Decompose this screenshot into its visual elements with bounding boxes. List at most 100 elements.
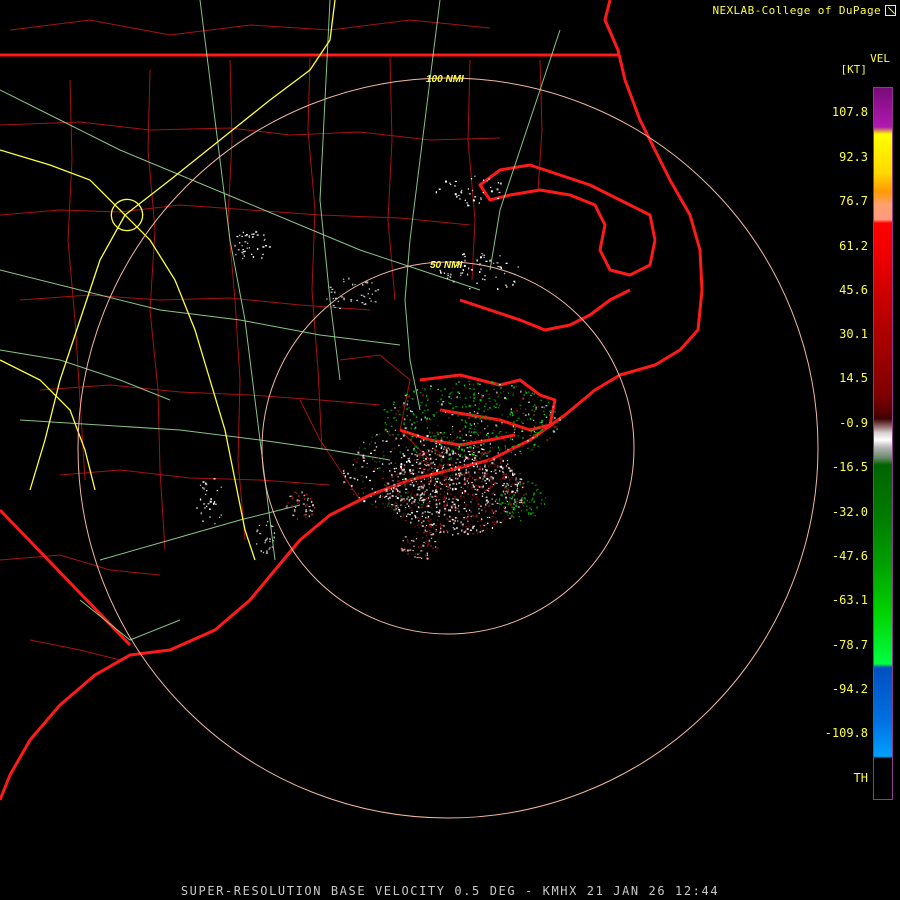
- echo-pixel: [375, 446, 378, 448]
- echo-pixel: [485, 403, 487, 405]
- echo-pixel: [529, 434, 532, 437]
- echo-pixel: [489, 259, 492, 262]
- echo-pixel: [360, 294, 363, 296]
- echo-pixel: [479, 530, 481, 533]
- echo-pixel: [524, 389, 527, 392]
- echo-pixel: [390, 409, 393, 412]
- echo-pixel: [514, 273, 516, 276]
- echo-pixel: [370, 300, 372, 302]
- echo-pixel: [423, 484, 425, 487]
- echo-pixel: [399, 480, 401, 482]
- echo-pixel: [435, 487, 438, 489]
- echo-pixel: [467, 520, 469, 522]
- echo-pixel: [456, 517, 458, 519]
- echo-pixel: [411, 518, 413, 520]
- echo-pixel: [335, 297, 337, 299]
- echo-pixel: [479, 520, 481, 522]
- echo-pixel: [495, 435, 498, 437]
- echo-pixel: [532, 511, 534, 514]
- echo-pixel: [469, 480, 471, 483]
- echo-pixel: [421, 504, 424, 506]
- echo-pixel: [471, 452, 474, 455]
- echo-pixel: [474, 416, 477, 419]
- echo-pixel: [500, 464, 502, 466]
- echo-pixel: [405, 488, 408, 490]
- echo-pixel: [377, 457, 379, 460]
- echo-pixel: [466, 467, 468, 469]
- echo-pixel: [409, 461, 411, 463]
- echo-pixel: [517, 506, 520, 508]
- echo-pixel: [427, 520, 430, 522]
- echo-pixel: [407, 496, 409, 498]
- echo-pixel: [449, 477, 451, 480]
- echo-pixel: [496, 188, 499, 191]
- echo-pixel: [469, 427, 472, 429]
- echo-pixel: [429, 431, 431, 434]
- echo-pixel: [470, 510, 473, 513]
- echo-pixel: [419, 404, 421, 406]
- echo-pixel: [554, 426, 557, 428]
- echo-pixel: [415, 480, 417, 483]
- echo-pixel: [408, 479, 411, 481]
- echo-pixel: [496, 262, 499, 264]
- echo-pixel: [549, 413, 551, 416]
- echo-pixel: [527, 511, 530, 514]
- echo-pixel: [482, 478, 484, 480]
- echo-pixel: [270, 525, 273, 527]
- echo-pixel: [512, 478, 514, 480]
- echo-pixel: [513, 469, 516, 471]
- echo-pixel: [392, 490, 394, 493]
- echo-pixel: [477, 434, 480, 436]
- echo-pixel: [403, 454, 406, 457]
- echo-pixel: [364, 486, 366, 489]
- echo-pixel: [506, 483, 509, 485]
- echo-pixel: [435, 445, 437, 448]
- echo-pixel: [450, 273, 452, 276]
- echo-pixel: [498, 499, 501, 502]
- echo-pixel: [469, 529, 472, 531]
- echo-pixel: [545, 416, 548, 418]
- echo-pixel: [443, 483, 445, 486]
- echo-pixel: [452, 430, 454, 433]
- echo-pixel: [367, 293, 369, 295]
- echo-pixel: [549, 437, 551, 439]
- echo-pixel: [450, 183, 452, 186]
- echo-pixel: [428, 523, 431, 525]
- echo-pixel: [441, 474, 443, 476]
- echo-pixel: [530, 430, 532, 432]
- echo-pixel: [496, 383, 499, 386]
- echo-pixel: [441, 445, 443, 448]
- echo-pixel: [535, 484, 537, 486]
- echo-pixel: [415, 538, 418, 540]
- echo-pixel: [465, 503, 467, 506]
- echo-pixel: [411, 435, 414, 438]
- echo-pixel: [512, 414, 514, 416]
- echo-pixel: [464, 482, 467, 484]
- echo-pixel: [331, 288, 334, 290]
- echo-pixel: [375, 506, 377, 508]
- echo-pixel: [450, 478, 453, 481]
- echo-pixel: [411, 491, 413, 493]
- echo-pixel: [531, 499, 533, 501]
- echo-pixel: [308, 515, 310, 518]
- echo-pixel: [531, 482, 534, 484]
- echo-pixel: [438, 443, 441, 445]
- echo-pixel: [509, 497, 511, 499]
- echo-pixel: [554, 411, 556, 413]
- echo-pixel: [462, 464, 465, 466]
- echo-pixel: [382, 477, 384, 479]
- echo-pixel: [429, 520, 431, 523]
- echo-pixel: [305, 509, 307, 511]
- echo-pixel: [500, 387, 502, 389]
- echo-pixel: [433, 527, 435, 529]
- echo-pixel: [358, 498, 360, 500]
- radar-map[interactable]: 50 NMI 100 NMI: [0, 0, 900, 900]
- echo-pixel: [357, 451, 360, 454]
- echo-pixel: [481, 523, 483, 525]
- echo-pixel: [451, 426, 454, 428]
- echo-pixel: [459, 472, 462, 475]
- echo-pixel: [311, 510, 313, 512]
- echo-pixel: [501, 414, 503, 416]
- echo-pixel: [537, 488, 539, 490]
- echo-pixel: [513, 386, 516, 389]
